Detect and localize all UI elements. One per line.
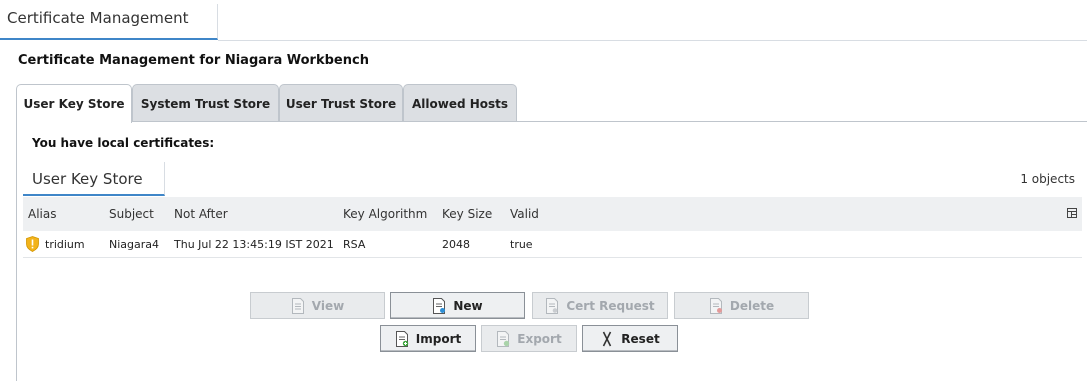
reset-button-label: Reset [621,331,660,346]
cert-request-button-label: Cert Request [566,298,655,313]
tab-user-trust-store[interactable]: User Trust Store [279,84,403,122]
tab-label: System Trust Store [140,96,271,111]
view-tab-certificate-management[interactable]: Certificate Management [0,4,218,40]
cell-key-algorithm: RSA [343,237,366,251]
tab-system-trust-store[interactable]: System Trust Store [132,84,279,122]
export-button[interactable]: Export [481,325,577,352]
view-button-label: View [311,298,345,313]
new-document-icon [433,297,446,314]
table-row[interactable]: tridium Niagara4 Thu Jul 22 13:45:19 IST… [23,231,1082,258]
alias-value: tridium [45,237,85,251]
store-tab-user-key-store[interactable]: User Key Store [23,162,165,196]
tab-label: User Trust Store [285,96,397,111]
tab-user-key-store[interactable]: User Key Store [16,84,132,123]
import-button-label: Import [415,331,462,346]
reset-icon [603,331,612,346]
document-icon [291,297,304,314]
certificate-request-icon [546,297,559,314]
delete-button-label: Delete [729,298,775,313]
cell-not-after: Thu Jul 22 13:45:19 IST 2021 [174,237,334,251]
import-button[interactable]: Import [380,325,476,352]
certificates-table: Alias Subject Not After Key Algorithm Ke… [23,197,1082,258]
store-tab-label: User Key Store [32,170,143,188]
column-header-key-size[interactable]: Key Size [442,197,492,231]
page-title: Certificate Management for Niagara Workb… [18,53,369,68]
import-document-icon [395,330,408,347]
cell-key-size: 2048 [442,237,470,251]
local-certificates-heading: You have local certificates: [32,136,215,150]
cell-valid: true [510,237,533,251]
cell-alias: tridium [26,231,85,257]
column-chooser-icon[interactable] [1067,208,1077,218]
cell-subject: Niagara4 [109,237,160,251]
reset-button[interactable]: Reset [582,325,678,352]
column-header-valid[interactable]: Valid [510,197,539,231]
tab-label: User Key Store [23,97,125,111]
object-count: 1 objects [1020,172,1075,186]
column-header-subject[interactable]: Subject [109,197,154,231]
column-header-not-after[interactable]: Not After [174,197,228,231]
export-button-label: Export [517,331,562,346]
tab-label: Allowed Hosts [411,96,509,111]
shield-warning-icon [26,236,39,252]
cert-request-button[interactable]: Cert Request [532,292,668,319]
new-button-label: New [453,298,483,313]
column-header-key-algorithm[interactable]: Key Algorithm [343,197,427,231]
view-tab-label: Certificate Management [7,9,189,27]
column-header-alias[interactable]: Alias [28,197,56,231]
export-document-icon [497,330,510,347]
delete-document-icon [709,297,722,314]
delete-button[interactable]: Delete [674,292,809,319]
table-header: Alias Subject Not After Key Algorithm Ke… [23,197,1082,231]
new-button[interactable]: New [390,292,525,319]
view-button[interactable]: View [250,292,385,319]
store-header: User Key Store 1 objects [23,162,1087,196]
tab-allowed-hosts[interactable]: Allowed Hosts [403,84,517,122]
view-tab-divider [218,40,1087,41]
